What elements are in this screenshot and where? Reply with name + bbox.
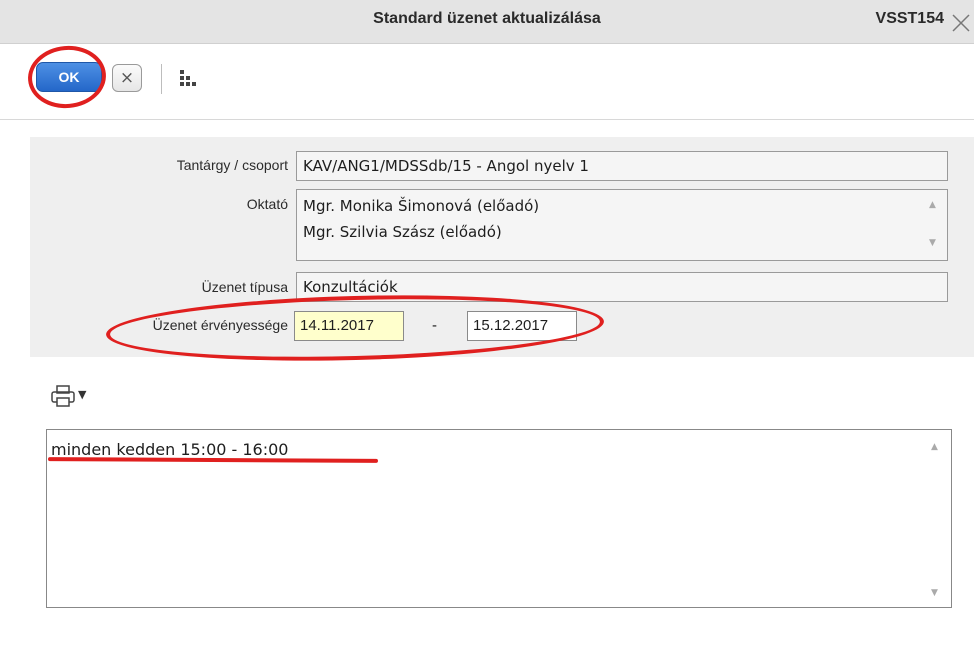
message-type-label: Üzenet típusa bbox=[201, 279, 288, 295]
toolbar bbox=[0, 44, 974, 120]
toolbar-separator bbox=[161, 64, 162, 94]
scroll-up-icon[interactable]: ▲ bbox=[929, 200, 936, 210]
close-icon[interactable] bbox=[950, 12, 972, 34]
teacher-line-1: Mgr. Monika Šimonová (előadó) bbox=[303, 197, 540, 215]
scroll-down-icon[interactable]: ▼ bbox=[929, 238, 936, 248]
scroll-down-icon[interactable]: ▼ bbox=[931, 588, 938, 598]
window-titlebar: Standard üzenet aktualizálása VSST154 bbox=[0, 0, 974, 44]
print-icon[interactable] bbox=[50, 384, 76, 408]
message-text: minden kedden 15:00 - 16:00 bbox=[51, 440, 289, 459]
teacher-label: Oktató bbox=[246, 196, 288, 212]
teacher-field: Mgr. Monika Šimonová (előadó) Mgr. Szilv… bbox=[296, 189, 948, 261]
cancel-icon: × bbox=[119, 68, 135, 88]
message-editor[interactable]: minden kedden 15:00 - 16:00 ▲ ▼ bbox=[46, 429, 952, 608]
window-title: Standard üzenet aktualizálása bbox=[373, 10, 601, 27]
scroll-up-icon[interactable]: ▲ bbox=[931, 442, 938, 452]
cancel-button[interactable]: × bbox=[112, 64, 142, 92]
subject-group-field: KAV/ANG1/MDSSdb/15 - Angol nyelv 1 bbox=[296, 151, 948, 181]
dropdown-caret-icon[interactable]: ▼ bbox=[78, 388, 86, 401]
teacher-line-2: Mgr. Szilvia Szász (előadó) bbox=[303, 223, 502, 241]
org-chart-icon[interactable] bbox=[178, 68, 198, 88]
window-code: VSST154 bbox=[875, 10, 944, 27]
subject-group-label: Tantárgy / csoport bbox=[176, 157, 288, 173]
